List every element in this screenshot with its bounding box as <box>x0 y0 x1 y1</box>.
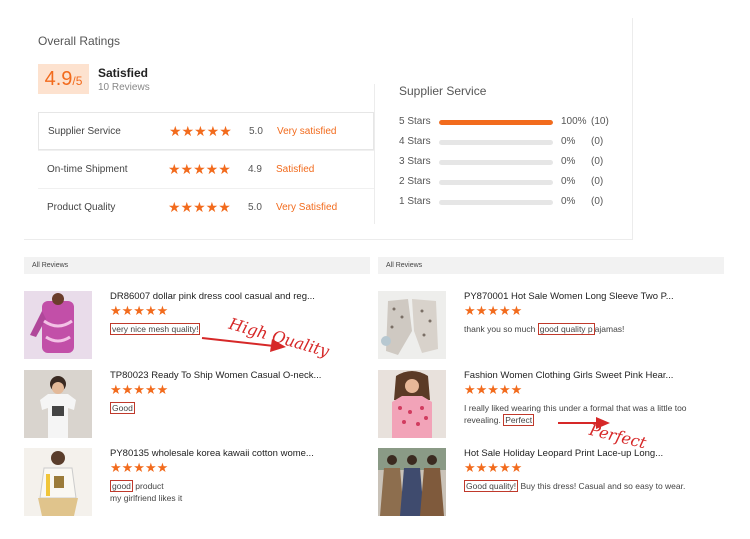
highlighted-text: very nice mesh quality! <box>110 323 201 335</box>
metric-table: Supplier Service ★★★★★ 5.0 Very satisfie… <box>38 112 374 226</box>
overall-ratings-card: Overall Ratings 4.9/5 Satisfied 10 Revie… <box>24 18 633 240</box>
metric-desc: Very satisfied <box>277 126 337 137</box>
metric-row-on-time-shipment[interactable]: On-time Shipment ★★★★★ 4.9 Satisfied <box>38 150 374 188</box>
product-thumbnail[interactable] <box>378 448 446 516</box>
dist-label: 2 Stars <box>399 176 431 187</box>
product-thumbnail[interactable] <box>24 370 92 438</box>
highlighted-text: Good quality! <box>464 480 519 492</box>
dist-bar <box>439 180 553 185</box>
star-rating: ★★★★★ <box>169 123 232 139</box>
product-thumbnail[interactable] <box>24 448 92 516</box>
dist-count: (10) <box>591 116 609 127</box>
product-thumbnail[interactable] <box>24 291 92 359</box>
dist-fill <box>439 120 553 125</box>
review-text: Good quality! Buy this dress! Casual and… <box>464 480 714 492</box>
dist-percent: 0% <box>561 196 576 207</box>
review-text: good product my girlfriend likes it <box>110 480 360 504</box>
dist-count: (0) <box>591 136 604 147</box>
metric-label: Product Quality <box>47 202 116 213</box>
metric-row-supplier-service[interactable]: Supplier Service ★★★★★ 5.0 Very satisfie… <box>38 112 374 150</box>
dist-bar <box>439 160 553 165</box>
dist-label: 5 Stars <box>399 116 431 127</box>
metric-score: 5.0 <box>249 126 263 137</box>
star-rating: ★★★★★ <box>464 382 523 397</box>
metric-label: Supplier Service <box>48 126 121 137</box>
dist-label: 1 Stars <box>399 196 431 207</box>
star-rating: ★★★★★ <box>464 460 523 475</box>
satisfaction-label: Satisfied <box>98 66 149 80</box>
review-item[interactable]: Fashion Women Clothing Girls Sweet Pink … <box>378 370 718 440</box>
star-rating: ★★★★★ <box>110 382 169 397</box>
review-item[interactable]: PY870001 Hot Sale Women Long Sleeve Two … <box>378 291 718 361</box>
dist-percent: 0% <box>561 176 576 187</box>
review-title[interactable]: PY80135 wholesale korea kawaii cotton wo… <box>110 448 330 459</box>
review-title[interactable]: Fashion Women Clothing Girls Sweet Pink … <box>464 370 684 381</box>
annotation-arrow-icon <box>201 337 286 352</box>
dist-bar <box>439 200 553 205</box>
metric-row-product-quality[interactable]: Product Quality ★★★★★ 5.0 Very Satisfied <box>38 188 374 226</box>
dist-label: 4 Stars <box>399 136 431 147</box>
ratings-title: Overall Ratings <box>38 34 121 48</box>
review-text-rest: ajamas! <box>594 324 625 334</box>
distribution-row-5: 5 Stars 100% (10) <box>399 116 639 130</box>
metric-desc: Very Satisfied <box>276 202 338 213</box>
dist-label: 3 Stars <box>399 156 431 167</box>
review-item[interactable]: PY80135 wholesale korea kawaii cotton wo… <box>24 448 364 518</box>
metric-desc: Satisfied <box>276 164 315 175</box>
distribution-row-2: 2 Stars 0% (0) <box>399 176 639 190</box>
product-thumbnail[interactable] <box>378 370 446 438</box>
star-rating: ★★★★★ <box>110 303 169 318</box>
star-rating: ★★★★★ <box>464 303 523 318</box>
all-reviews-header-left: All Reviews <box>24 257 370 274</box>
star-rating: ★★★★★ <box>110 460 169 475</box>
score-suffix: /5 <box>72 74 83 88</box>
supplier-service-title: Supplier Service <box>399 84 487 98</box>
review-text: Good <box>110 402 360 414</box>
distribution-row-1: 1 Stars 0% (0) <box>399 196 639 210</box>
review-title[interactable]: TP80023 Ready To Ship Women Casual O-nec… <box>110 370 330 381</box>
star-rating: ★★★★★ <box>168 199 231 215</box>
dist-count: (0) <box>591 156 604 167</box>
dist-bar <box>439 140 553 145</box>
review-item[interactable]: TP80023 Ready To Ship Women Casual O-nec… <box>24 370 364 440</box>
distribution-row-3: 3 Stars 0% (0) <box>399 156 639 170</box>
dist-bar <box>439 120 553 125</box>
dist-count: (0) <box>591 176 604 187</box>
divider <box>374 84 375 224</box>
review-title[interactable]: PY870001 Hot Sale Women Long Sleeve Two … <box>464 291 684 302</box>
annotation-arrow-icon <box>558 417 610 429</box>
dist-percent: 0% <box>561 136 576 147</box>
highlighted-text: Good <box>110 402 135 414</box>
highlighted-text: Perfect <box>503 414 535 426</box>
review-text-rest: product <box>132 481 164 491</box>
highlighted-text: good <box>110 480 133 492</box>
dist-percent: 0% <box>561 156 576 167</box>
dist-percent: 100% <box>561 116 587 127</box>
review-text-rest: Buy this dress! Casual and so easy to we… <box>518 481 686 491</box>
all-reviews-header-right: All Reviews <box>378 257 724 274</box>
review-title[interactable]: Hot Sale Holiday Leopard Print Lace-up L… <box>464 448 684 459</box>
metric-score: 4.9 <box>248 164 262 175</box>
metric-label: On-time Shipment <box>47 164 128 175</box>
review-text: thank you so much good quality p ajamas! <box>464 323 714 335</box>
overall-score-badge: 4.9/5 <box>38 64 89 94</box>
star-rating: ★★★★★ <box>168 161 231 177</box>
dist-count: (0) <box>591 196 604 207</box>
review-item[interactable]: Hot Sale Holiday Leopard Print Lace-up L… <box>378 448 718 518</box>
review-text-start: thank you so much <box>464 324 538 334</box>
highlighted-text: good quality p <box>537 323 595 335</box>
product-thumbnail[interactable] <box>378 291 446 359</box>
review-title[interactable]: DR86007 dollar pink dress cool casual an… <box>110 291 330 302</box>
reviews-count: 10 Reviews <box>98 82 150 93</box>
distribution-row-4: 4 Stars 0% (0) <box>399 136 639 150</box>
metric-score: 5.0 <box>248 202 262 213</box>
review-text-line2: my girlfriend likes it <box>110 493 183 503</box>
overall-score: 4.9 <box>44 68 73 90</box>
